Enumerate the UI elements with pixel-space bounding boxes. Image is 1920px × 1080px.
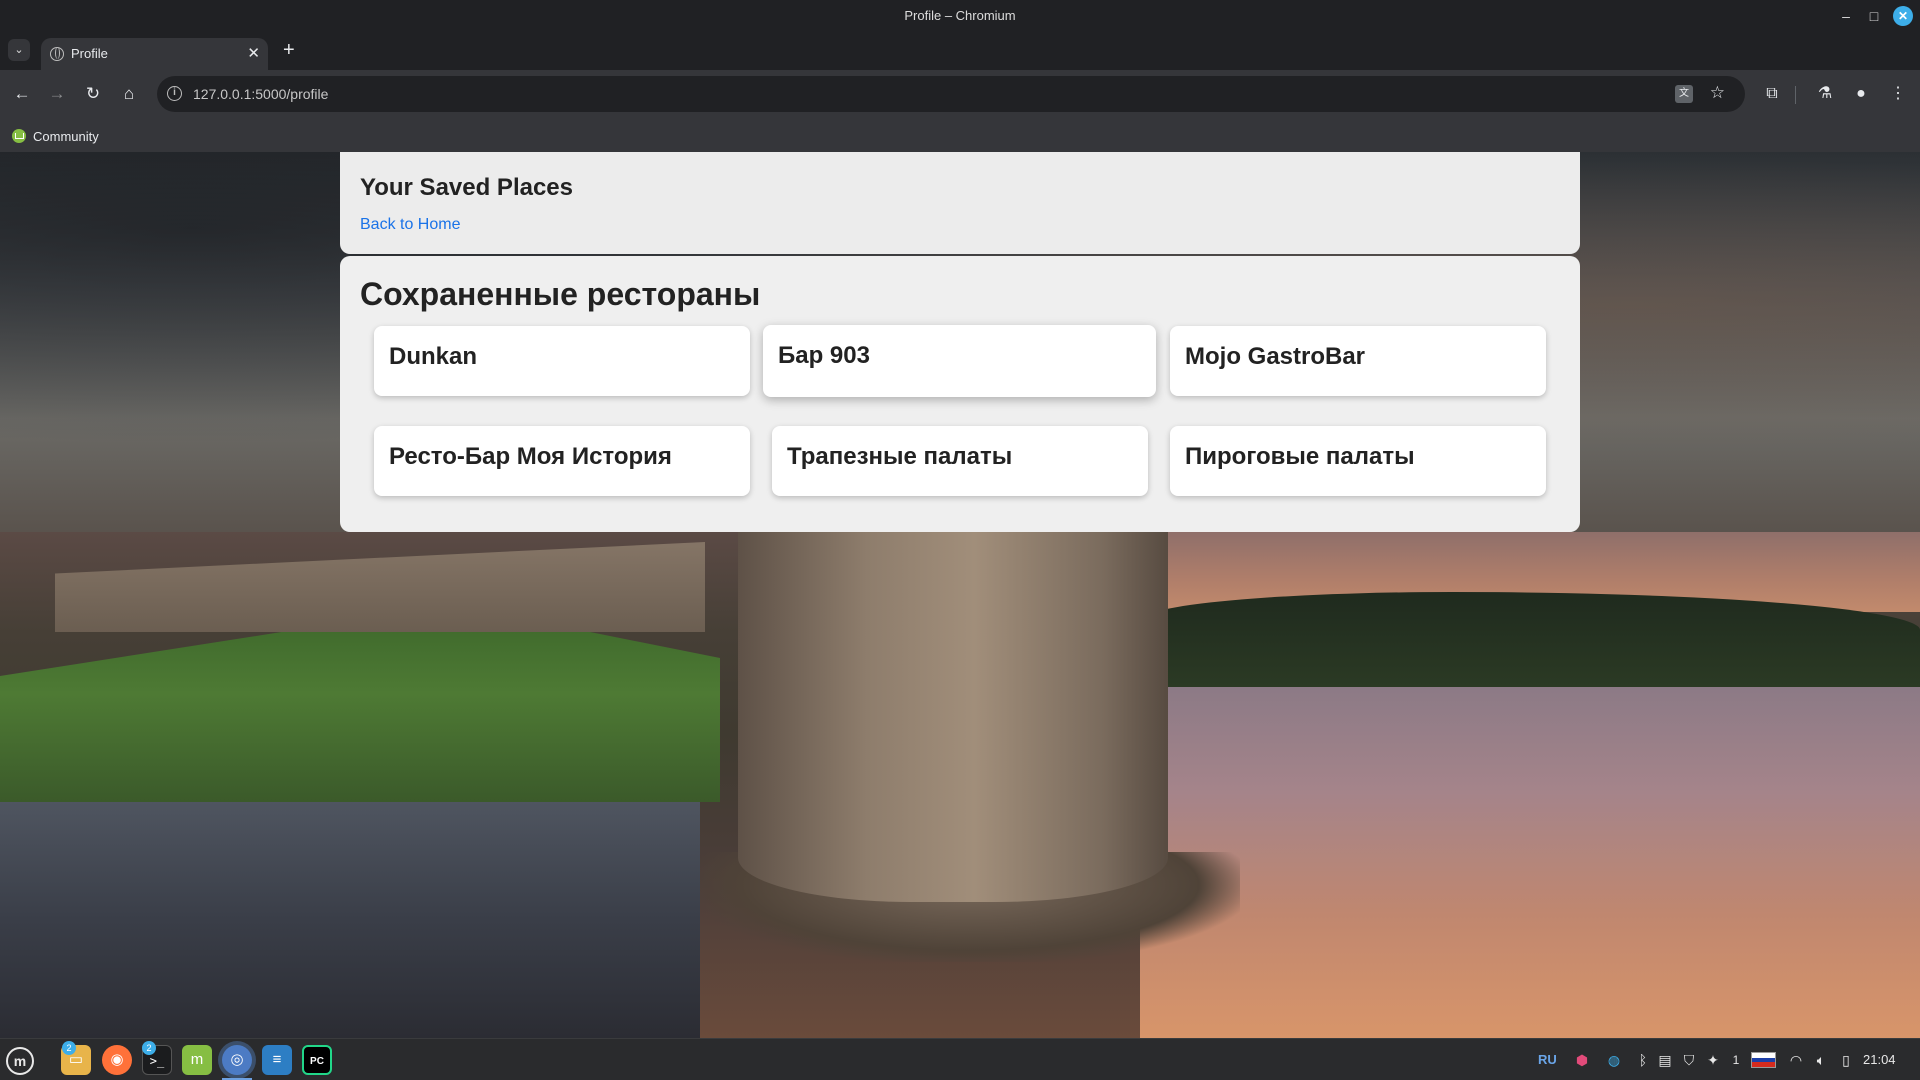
restaurant-card[interactable]: Бар 903 xyxy=(763,325,1156,397)
restaurant-card[interactable]: Dunkan xyxy=(374,326,750,396)
back-to-home-link[interactable]: Back to Home xyxy=(360,216,460,234)
window-title: Profile – Chromium xyxy=(904,8,1016,23)
maximize-button[interactable]: □ xyxy=(1864,6,1884,26)
menu-kebab-icon[interactable]: ⋮ xyxy=(1886,82,1910,106)
back-icon[interactable]: ← xyxy=(10,82,34,106)
mint-community-icon xyxy=(12,129,26,143)
terminal-window-count-badge: 2 xyxy=(142,1041,156,1055)
update-tray-icon[interactable]: ◍ xyxy=(1604,1039,1624,1080)
background-river xyxy=(1140,687,1920,1038)
wifi-icon[interactable]: ◠ xyxy=(1786,1039,1806,1080)
firefox-app-icon[interactable]: ◉ xyxy=(102,1045,132,1075)
restaurant-name: Dunkan xyxy=(389,343,478,370)
text-editor-app-icon[interactable]: ≡ xyxy=(262,1045,292,1075)
reload-icon[interactable]: ↻ xyxy=(81,82,105,106)
tab-title: Profile xyxy=(71,46,108,61)
bookmark-label: Community xyxy=(33,129,99,144)
mint-update-app-icon[interactable]: m xyxy=(182,1045,212,1075)
notifications-icon[interactable]: ✦ xyxy=(1703,1039,1723,1080)
bluetooth-icon[interactable]: ᛒ xyxy=(1633,1039,1653,1080)
bookmark-star-icon[interactable]: ☆ xyxy=(1710,83,1725,103)
restaurant-name: Бар 903 xyxy=(778,342,870,369)
start-menu-icon[interactable]: m xyxy=(6,1047,34,1075)
restaurant-card[interactable]: Пироговые палаты xyxy=(1170,426,1546,496)
address-bar[interactable]: i 127.0.0.1:5000/profile 文 ☆ xyxy=(157,76,1745,112)
restaurant-name: Пироговые палаты xyxy=(1185,443,1415,470)
restaurant-card[interactable]: Трапезные палаты xyxy=(772,426,1148,496)
battery-icon[interactable]: ▯ xyxy=(1836,1039,1856,1080)
chromium-app-icon[interactable]: ◎ xyxy=(222,1045,252,1075)
section-title: Сохраненные рестораны xyxy=(360,276,761,312)
clock[interactable]: 21:04 xyxy=(1863,1039,1896,1080)
taskbar: m ▭ 2 ◉ >_ 2 m ◎ ≡ PC RU ⬢ ◍ ᛒ ▤ ⛉ ✦ 1 ◠… xyxy=(0,1038,1920,1080)
profile-icon[interactable]: ● xyxy=(1849,82,1873,106)
saved-restaurants-section: Сохраненные рестораны Dunkan Бар 903 Moj… xyxy=(340,256,1580,532)
tab-search-chevron-icon[interactable]: ⌄ xyxy=(8,39,30,61)
background-river-reflection xyxy=(0,802,700,1038)
toolbar-divider xyxy=(1795,86,1796,104)
close-window-button[interactable]: ✕ xyxy=(1893,6,1913,26)
volume-icon[interactable]: 🔈︎ xyxy=(1811,1039,1831,1080)
tab-strip: ⌄ Profile ✕ + xyxy=(0,32,1920,70)
forward-icon[interactable]: → xyxy=(45,82,69,106)
restaurant-card[interactable]: Ресто-Бар Моя История xyxy=(374,426,750,496)
tab-close-button[interactable]: ✕ xyxy=(247,44,260,62)
background-tower xyxy=(738,532,1168,902)
color-picker-tray-icon[interactable]: ⬢ xyxy=(1572,1039,1592,1080)
clipboard-icon[interactable]: ▤ xyxy=(1655,1039,1675,1080)
browser-toolbar: ← → ↻ ⌂ i 127.0.0.1:5000/profile 文 ☆ ⧉ ⚗… xyxy=(0,70,1920,118)
files-window-count-badge: 2 xyxy=(62,1041,76,1055)
minimize-button[interactable]: – xyxy=(1836,6,1856,26)
labs-flask-icon[interactable]: ⚗ xyxy=(1813,82,1837,106)
window-titlebar: Profile – Chromium – □ ✕ xyxy=(0,0,1920,32)
page-title: Your Saved Places xyxy=(360,174,573,201)
bookmarks-bar: Community xyxy=(0,118,1920,152)
url-text[interactable]: 127.0.0.1:5000/profile xyxy=(193,86,328,102)
page-viewport: Your Saved Places Back to Home Сохраненн… xyxy=(0,152,1920,1038)
notifications-count: 1 xyxy=(1732,1053,1740,1067)
background-treeline xyxy=(1140,592,1920,687)
new-tab-plus-icon[interactable]: + xyxy=(283,40,295,60)
profile-header-card: Your Saved Places Back to Home xyxy=(340,152,1580,254)
keyboard-layout-indicator[interactable]: RU xyxy=(1538,1039,1557,1080)
extensions-icon[interactable]: ⧉ xyxy=(1760,82,1784,106)
site-info-icon[interactable]: i xyxy=(167,86,182,101)
restaurant-name: Mojo GastroBar xyxy=(1185,343,1366,370)
home-icon[interactable]: ⌂ xyxy=(117,82,141,106)
tab-profile[interactable]: Profile ✕ xyxy=(41,38,268,70)
pycharm-app-icon[interactable]: PC xyxy=(302,1045,332,1075)
russian-flag-icon[interactable] xyxy=(1751,1052,1776,1068)
restaurant-name: Ресто-Бар Моя История xyxy=(389,443,672,470)
globe-icon xyxy=(50,47,64,61)
restaurant-card[interactable]: Mojo GastroBar xyxy=(1170,326,1546,396)
translate-icon[interactable]: 文 xyxy=(1675,85,1693,103)
restaurant-name: Трапезные палаты xyxy=(787,443,1013,470)
shield-icon[interactable]: ⛉ xyxy=(1679,1039,1699,1080)
